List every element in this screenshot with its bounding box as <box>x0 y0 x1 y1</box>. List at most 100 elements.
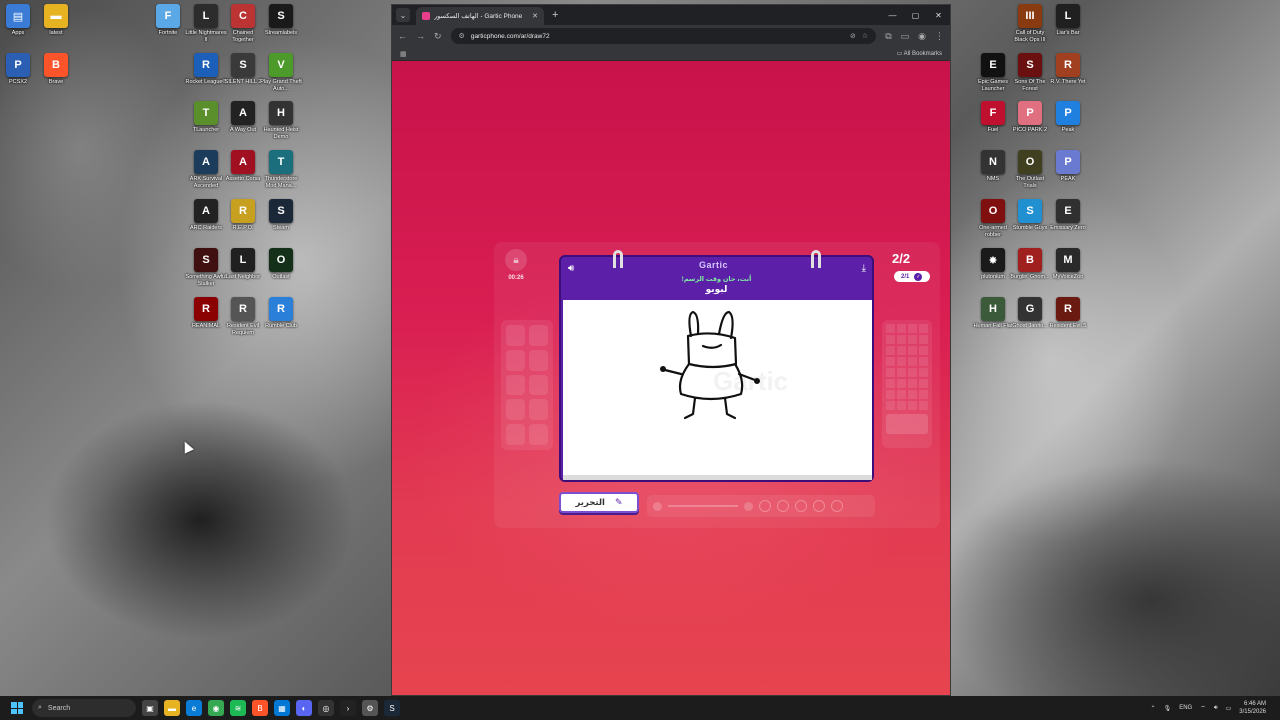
desktop-icon-peak[interactable]: P Peak <box>1047 101 1089 134</box>
desktop-icon-resident-evil-5[interactable]: R Resident Evil 5 <box>1047 297 1089 330</box>
brave-icon[interactable]: B <box>252 700 268 716</box>
palette-swatch[interactable] <box>886 390 895 399</box>
site-info-icon[interactable]: ⚙ <box>459 32 465 40</box>
language-indicator[interactable]: ENG <box>1179 705 1192 711</box>
palette-swatch[interactable] <box>919 324 928 333</box>
desktop-icon-a-way-out[interactable]: A A Way Out <box>222 101 264 134</box>
spotify-icon[interactable]: ≋ <box>230 700 246 716</box>
new-tab-button[interactable]: + <box>552 9 558 21</box>
battery-icon[interactable]: ▭ <box>1226 705 1232 712</box>
speaker-icon[interactable]: 🔊︎ <box>568 263 574 274</box>
palette-swatch[interactable] <box>886 335 895 344</box>
desktop-icon-emissary-zero[interactable]: E Emissary Zero <box>1047 199 1089 232</box>
desktop-icon-thunderstore-mod-mana[interactable]: T Thunderstore Mod Mana... <box>260 150 302 190</box>
desktop-icon-myvoicezoo[interactable]: M MyVoiceZoo <box>1047 248 1089 281</box>
tool-fill[interactable] <box>506 399 525 421</box>
palette-swatch[interactable] <box>897 401 906 410</box>
task-view-icon[interactable]: ▣ <box>142 700 158 716</box>
close-tab-icon[interactable]: ✕ <box>532 12 538 20</box>
microphone-icon[interactable]: 🎙︎ <box>1164 705 1172 712</box>
desktop-icon-reanimal[interactable]: R REANIMAL <box>185 297 227 330</box>
address-bar[interactable]: ⚙ garticphone.com/ar/draw72 ⊘ ☆ <box>450 28 877 44</box>
desktop-icon-burglin-gnom[interactable]: B Burglin' Gnom... <box>1009 248 1051 281</box>
desktop-icon-apps[interactable]: ▤ Apps <box>0 4 39 37</box>
desktop-icon-chained-together[interactable]: C Chained Together <box>222 4 264 44</box>
desktop-icon-human-fall-flat[interactable]: H Human Fall Flat <box>972 297 1014 330</box>
palette-swatch[interactable] <box>908 346 917 355</box>
close-window-button[interactable]: ✕ <box>927 5 950 25</box>
desktop-icon-arc-raiders[interactable]: A ARC Raiders <box>185 199 227 232</box>
minimize-button[interactable]: — <box>881 5 904 25</box>
discord-icon[interactable]: ◐ <box>296 700 312 716</box>
palette-swatch[interactable] <box>919 357 928 366</box>
size-option-4[interactable] <box>813 500 825 512</box>
eye-off-icon[interactable]: ⊘ <box>850 32 856 40</box>
palette-swatch[interactable] <box>897 379 906 388</box>
desktop-icon-one-armed-robber[interactable]: O One-armed robber <box>972 199 1014 239</box>
desktop-icon-resident-evil-requiem[interactable]: R Resident Evil Requiem <box>222 297 264 337</box>
palette-swatch[interactable] <box>897 335 906 344</box>
menu-icon[interactable]: ⋮ <box>935 31 944 42</box>
extensions-icon[interactable]: ⧉ <box>885 31 891 42</box>
reload-icon[interactable]: ↻ <box>434 31 442 42</box>
chrome-icon[interactable]: ◉ <box>208 700 224 716</box>
wifi-icon[interactable]: ⌔ <box>1200 704 1206 712</box>
taskbar-search[interactable]: ⌕ Search <box>32 699 136 717</box>
desktop-icon-rumble-club[interactable]: R Rumble Club <box>260 297 302 330</box>
palette-swatch[interactable] <box>886 368 895 377</box>
desktop-icon-pcsx2[interactable]: P PCSX2 <box>0 53 39 86</box>
clock[interactable]: 6:46 AM 3/15/2026 <box>1239 700 1266 716</box>
opacity-dot[interactable] <box>653 501 662 511</box>
tool-pencil[interactable] <box>529 325 548 346</box>
tool-eraser[interactable] <box>506 424 525 445</box>
desktop-icon-sons-of-the-forest[interactable]: S Sons Of The Forest <box>1009 53 1051 93</box>
back-icon[interactable]: ← <box>398 31 407 41</box>
tab-search-icon[interactable]: ⌄ <box>396 8 410 22</box>
all-bookmarks[interactable]: ▭ All Bookmarks <box>897 50 942 57</box>
desktop-icon-little-nightmares-ii[interactable]: L Little Nightmares II <box>185 4 227 44</box>
desktop-icon-r-v-there-yet[interactable]: R R.V. There Yet <box>1047 53 1089 86</box>
tool-undo[interactable] <box>529 424 548 445</box>
desktop-icon-tlauncher[interactable]: T TLauncher <box>185 101 227 134</box>
tool-ellipse[interactable] <box>506 349 525 371</box>
desktop-icon-peak[interactable]: P PEAK <box>1047 150 1089 183</box>
desktop-icon-steam[interactable]: S Steam <box>260 199 302 232</box>
palette-swatch[interactable] <box>886 379 895 388</box>
desktop-icon-the-outlast-trials[interactable]: O The Outlast Trials <box>1009 150 1051 190</box>
opacity-handle[interactable] <box>744 501 753 511</box>
obs-icon[interactable]: ◎ <box>318 700 334 716</box>
palette-swatch[interactable] <box>897 324 906 333</box>
palette-swatch[interactable] <box>908 390 917 399</box>
desktop-icon-call-of-duty-black-ops-iii[interactable]: III Call of Duty Black Ops III <box>1009 4 1051 44</box>
edge-icon[interactable]: e <box>186 700 202 716</box>
palette-swatch[interactable] <box>919 368 928 377</box>
tab-gartic-phone[interactable]: الهاتف السكسور - Gartic Phone ✕ <box>416 7 544 25</box>
desktop-icon-outlast[interactable]: O Outlast <box>260 248 302 281</box>
palette-swatch[interactable] <box>908 368 917 377</box>
palette-swatch[interactable] <box>908 357 917 366</box>
volume-icon[interactable]: 🔊︎ <box>1214 705 1218 712</box>
size-option-5[interactable] <box>831 500 843 512</box>
palette-swatch[interactable] <box>908 335 917 344</box>
desktop-icon-brave[interactable]: B Brave <box>35 53 77 86</box>
palette-swatch[interactable] <box>908 401 917 410</box>
tool-filled-rectangle[interactable] <box>529 374 548 396</box>
desktop-icon-pico-park-2[interactable]: P PICO PARK 2 <box>1009 101 1051 134</box>
file-explorer-icon[interactable]: ▬ <box>164 700 180 716</box>
cast-icon[interactable]: ▭ <box>901 31 910 42</box>
desktop-icon-stumble-guys[interactable]: S Stumble Guys <box>1009 199 1051 232</box>
desktop-icon-r-e-p-o[interactable]: R R.E.P.O. <box>222 199 264 232</box>
desktop-icon-epic-games-launcher[interactable]: E Epic Games Launcher <box>972 53 1014 93</box>
desktop-icon-silent-hill-2[interactable]: S SILENT HILL 2 <box>222 53 264 86</box>
desktop-icon-something-awful-stalker[interactable]: S Something Awful Stalker <box>185 248 227 288</box>
drawing-canvas[interactable]: Gartic <box>563 300 872 480</box>
desktop-icon-plutonium[interactable]: ✸ plutonium <box>972 248 1014 281</box>
desktop-icon-latest[interactable]: ▬ latest <box>35 4 77 37</box>
forward-icon[interactable]: → <box>416 31 425 41</box>
palette-swatch[interactable] <box>886 324 895 333</box>
size-option-1[interactable] <box>759 500 771 512</box>
palette-swatch[interactable] <box>919 335 928 344</box>
desktop-icon-streamlabels[interactable]: S Streamlabels <box>260 4 302 37</box>
selected-color[interactable] <box>886 414 928 434</box>
desktop-icon-ark-survival-ascended[interactable]: A ARK Survival Ascended <box>185 150 227 190</box>
